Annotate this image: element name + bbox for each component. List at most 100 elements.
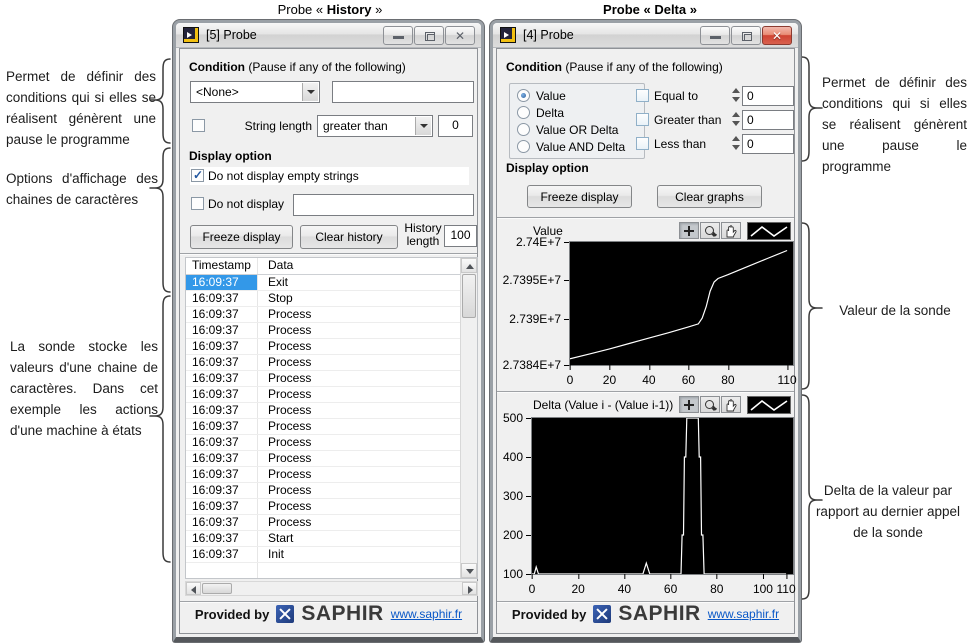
timestamp-cell[interactable]: 16:09:37 bbox=[186, 323, 258, 338]
freeze-display-button[interactable]: Freeze display bbox=[527, 185, 632, 208]
scrollbar-thumb[interactable] bbox=[202, 583, 232, 594]
less-than-checkbox[interactable] bbox=[636, 137, 649, 150]
table-row[interactable]: 16:09:37 Process bbox=[186, 371, 460, 387]
data-cell[interactable]: Process bbox=[258, 387, 460, 402]
timestamp-cell[interactable]: 16:09:37 bbox=[186, 275, 258, 290]
scroll-right-button[interactable] bbox=[462, 582, 477, 595]
data-cell[interactable]: Stop bbox=[258, 291, 460, 306]
do-not-display-input[interactable] bbox=[293, 194, 474, 216]
increment-decrement-icon[interactable] bbox=[731, 135, 740, 151]
equal-to-checkbox[interactable] bbox=[636, 89, 649, 102]
greater-than-checkbox[interactable] bbox=[636, 113, 649, 126]
chevron-down-icon[interactable] bbox=[302, 83, 318, 101]
crosshair-tool-button[interactable] bbox=[679, 222, 699, 239]
delta-plot-area[interactable]: 500 400 300 200 100 0 20 40 60 80 100 110 bbox=[503, 411, 796, 596]
timestamp-cell[interactable] bbox=[186, 563, 258, 578]
string-length-value-input[interactable]: 0 bbox=[438, 115, 473, 137]
table-header[interactable]: Timestamp Data bbox=[186, 258, 477, 275]
data-cell[interactable]: Init bbox=[258, 547, 460, 562]
plot-legend[interactable] bbox=[747, 222, 791, 240]
radio-value[interactable] bbox=[517, 89, 530, 102]
data-column-header[interactable]: Data bbox=[258, 258, 477, 274]
plot-legend[interactable] bbox=[747, 396, 791, 414]
data-cell[interactable]: Process bbox=[258, 307, 460, 322]
chevron-down-icon[interactable] bbox=[415, 117, 431, 135]
saphir-link[interactable]: www.saphir.fr bbox=[708, 607, 779, 621]
table-row[interactable] bbox=[186, 563, 460, 578]
table-row[interactable]: 16:09:37 Process bbox=[186, 467, 460, 483]
data-cell[interactable]: Process bbox=[258, 467, 460, 482]
timestamp-cell[interactable]: 16:09:37 bbox=[186, 531, 258, 546]
scrollbar-thumb[interactable] bbox=[462, 274, 476, 318]
pan-tool-button[interactable] bbox=[721, 396, 741, 413]
data-cell[interactable] bbox=[258, 563, 460, 578]
restore-button[interactable] bbox=[731, 26, 761, 45]
table-row[interactable]: 16:09:37 Process bbox=[186, 515, 460, 531]
radio-value-and-delta[interactable] bbox=[517, 140, 530, 153]
increment-decrement-icon[interactable] bbox=[731, 87, 740, 103]
titlebar[interactable]: [5] Probe ✕ bbox=[176, 23, 481, 48]
timestamp-cell[interactable]: 16:09:37 bbox=[186, 403, 258, 418]
timestamp-cell[interactable]: 16:09:37 bbox=[186, 451, 258, 466]
table-row[interactable]: 16:09:37 Process bbox=[186, 403, 460, 419]
table-row[interactable]: 16:09:37 Process bbox=[186, 499, 460, 515]
close-button[interactable]: ✕ bbox=[762, 26, 792, 45]
empty-strings-checkbox[interactable] bbox=[191, 168, 204, 182]
table-row[interactable]: 16:09:37 Process bbox=[186, 387, 460, 403]
table-row[interactable]: 16:09:37 Stop bbox=[186, 291, 460, 307]
timestamp-column-header[interactable]: Timestamp bbox=[186, 258, 258, 274]
greater-than-value-input[interactable]: 0 bbox=[742, 110, 794, 130]
radio-delta[interactable] bbox=[517, 106, 530, 119]
zoom-tool-button[interactable] bbox=[700, 222, 720, 239]
timestamp-cell[interactable]: 16:09:37 bbox=[186, 339, 258, 354]
less-than-value-input[interactable]: 0 bbox=[742, 134, 794, 154]
clear-graphs-button[interactable]: Clear graphs bbox=[657, 185, 762, 208]
minimize-button[interactable] bbox=[700, 26, 730, 45]
do-not-display-checkbox[interactable] bbox=[191, 197, 204, 210]
data-cell[interactable]: Process bbox=[258, 499, 460, 514]
table-row[interactable]: 16:09:37 Exit bbox=[186, 275, 460, 291]
timestamp-cell[interactable]: 16:09:37 bbox=[186, 547, 258, 562]
crosshair-tool-button[interactable] bbox=[679, 396, 699, 413]
value-plot-area[interactable]: 2.74E+7 2.7395E+7 2.739E+7 2.7384E+7 0 20 40 60… bbox=[503, 235, 797, 387]
timestamp-cell[interactable]: 16:09:37 bbox=[186, 435, 258, 450]
data-cell[interactable]: Process bbox=[258, 403, 460, 418]
data-cell[interactable]: Process bbox=[258, 515, 460, 530]
table-row[interactable]: 16:09:37 Process bbox=[186, 419, 460, 435]
timestamp-cell[interactable]: 16:09:37 bbox=[186, 355, 258, 370]
table-row[interactable]: 16:09:37 Process bbox=[186, 339, 460, 355]
equal-to-value-input[interactable]: 0 bbox=[742, 86, 794, 106]
timestamp-cell[interactable]: 16:09:37 bbox=[186, 515, 258, 530]
timestamp-cell[interactable]: 16:09:37 bbox=[186, 483, 258, 498]
data-cell[interactable]: Process bbox=[258, 355, 460, 370]
condition-text-input[interactable] bbox=[332, 81, 474, 103]
data-cell[interactable]: Process bbox=[258, 371, 460, 386]
table-row[interactable]: 16:09:37 Process bbox=[186, 355, 460, 371]
timestamp-cell[interactable]: 16:09:37 bbox=[186, 467, 258, 482]
restore-button[interactable] bbox=[414, 26, 444, 45]
table-row[interactable]: 16:09:37 Process bbox=[186, 483, 460, 499]
table-row[interactable]: 16:09:37 Start bbox=[186, 531, 460, 547]
vertical-scrollbar[interactable] bbox=[460, 258, 477, 578]
timestamp-cell[interactable]: 16:09:37 bbox=[186, 499, 258, 514]
data-cell[interactable]: Process bbox=[258, 483, 460, 498]
horizontal-scrollbar[interactable] bbox=[185, 581, 478, 596]
data-cell[interactable]: Process bbox=[258, 435, 460, 450]
freeze-display-button[interactable]: Freeze display bbox=[190, 225, 293, 249]
condition-selector-dropdown[interactable]: <None> bbox=[190, 81, 320, 103]
saphir-link[interactable]: www.saphir.fr bbox=[391, 607, 462, 621]
timestamp-cell[interactable]: 16:09:37 bbox=[186, 307, 258, 322]
pan-tool-button[interactable] bbox=[721, 222, 741, 239]
timestamp-cell[interactable]: 16:09:37 bbox=[186, 371, 258, 386]
string-length-operator-dropdown[interactable]: greater than bbox=[317, 115, 433, 137]
scroll-up-button[interactable] bbox=[461, 258, 477, 273]
titlebar[interactable]: [4] Probe ✕ bbox=[493, 23, 798, 48]
timestamp-cell[interactable]: 16:09:37 bbox=[186, 291, 258, 306]
table-row[interactable]: 16:09:37 Process bbox=[186, 307, 460, 323]
increment-decrement-icon[interactable] bbox=[731, 111, 740, 127]
radio-value-or-delta[interactable] bbox=[517, 123, 530, 136]
data-cell[interactable]: Process bbox=[258, 323, 460, 338]
string-length-checkbox[interactable] bbox=[192, 119, 205, 132]
data-cell[interactable]: Process bbox=[258, 339, 460, 354]
close-button[interactable]: ✕ bbox=[445, 26, 475, 45]
